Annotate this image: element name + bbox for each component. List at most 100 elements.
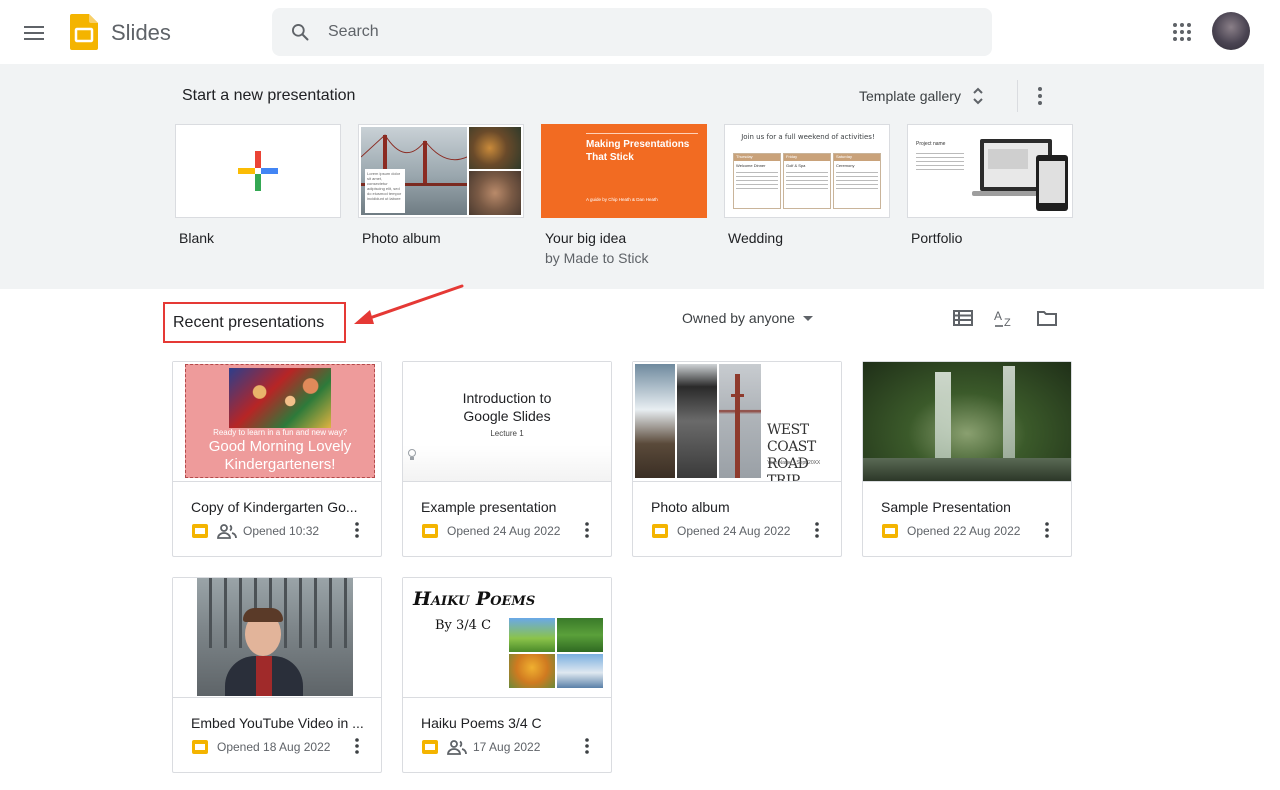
wedding-day: Saturday bbox=[834, 154, 880, 161]
file-meta: Opened 10:32 bbox=[191, 521, 319, 541]
file-preview: WEST COAST ROAD TRIP Your Name • Sept 20… bbox=[633, 362, 841, 482]
sort-az-icon[interactable]: A Z bbox=[993, 306, 1017, 330]
template-wedding[interactable]: Join us for a full weekend of activities… bbox=[724, 124, 890, 246]
search-bar[interactable] bbox=[272, 8, 992, 56]
template-subtitle: by Made to Stick bbox=[545, 250, 649, 266]
file-meta: Opened 18 Aug 2022 bbox=[191, 737, 330, 757]
slides-file-icon bbox=[192, 740, 208, 754]
devices-illustration bbox=[972, 139, 1068, 211]
template-portfolio[interactable]: Project name Portfolio bbox=[907, 124, 1073, 246]
big-idea-credit: A guide by Chip Heath & Dan Heath bbox=[586, 197, 658, 202]
wedding-lines bbox=[786, 172, 828, 190]
arrow-annotation-icon bbox=[354, 284, 464, 324]
template-blank[interactable]: Blank bbox=[175, 124, 341, 246]
wedding-event: Welcome Dinner bbox=[736, 163, 766, 168]
wedding-event: Golf & Spa bbox=[786, 163, 806, 168]
file-opened: Opened 24 Aug 2022 bbox=[677, 524, 791, 538]
svg-text:A: A bbox=[994, 309, 1002, 323]
slides-logo-icon[interactable] bbox=[70, 14, 98, 50]
album-sub: Your Name • Sept 20XX bbox=[767, 460, 821, 466]
waterfall-pool bbox=[863, 458, 1071, 481]
file-title: Example presentation bbox=[421, 499, 557, 515]
folder-icon[interactable] bbox=[1035, 306, 1059, 330]
person-hair bbox=[243, 608, 283, 622]
recent-presentations-heading: Recent presentations bbox=[163, 302, 346, 343]
template-thumbnail[interactable]: Project name bbox=[907, 124, 1073, 218]
file-meta: 17 Aug 2022 bbox=[421, 737, 540, 757]
wedding-day: Friday bbox=[784, 154, 830, 161]
menu-icon[interactable] bbox=[24, 22, 46, 42]
season-photo-winter bbox=[557, 654, 603, 688]
thumb-divider bbox=[586, 133, 698, 134]
apps-grid-icon[interactable] bbox=[1172, 22, 1192, 42]
template-section: Start a new presentation Template galler… bbox=[0, 64, 1264, 289]
avatar[interactable] bbox=[1212, 12, 1250, 50]
template-name: Your big idea bbox=[545, 230, 627, 246]
template-name: Blank bbox=[179, 230, 215, 246]
slides-file-icon bbox=[192, 524, 208, 538]
more-vert-icon[interactable] bbox=[811, 520, 823, 540]
owner-filter-dropdown[interactable]: Owned by anyone bbox=[682, 310, 815, 326]
wedding-column: Friday Golf & Spa bbox=[783, 153, 831, 209]
slides-file-icon bbox=[652, 524, 668, 538]
leaves-photo bbox=[469, 127, 521, 169]
file-card[interactable]: Embed YouTube Video in ... Opened 18 Aug… bbox=[172, 577, 382, 773]
file-title: Copy of Kindergarten Go... bbox=[191, 499, 358, 515]
file-card[interactable]: Haiku Poems By 3/4 C Haiku Poems 3/4 C 1… bbox=[402, 577, 612, 773]
search-icon[interactable] bbox=[290, 22, 310, 42]
file-card[interactable]: Introduction to Google Slides Lecture 1 … bbox=[402, 361, 612, 557]
svg-text:Z: Z bbox=[1004, 317, 1011, 329]
waterfall-stream bbox=[935, 372, 951, 462]
plus-icon bbox=[238, 151, 278, 191]
template-thumbnail[interactable]: Lorem ipsum dolor sit amet, consectetur … bbox=[358, 124, 524, 218]
search-input[interactable] bbox=[328, 8, 968, 56]
file-opened: Opened 24 Aug 2022 bbox=[447, 524, 561, 538]
template-gallery-label: Template gallery bbox=[859, 88, 961, 104]
more-vert-icon[interactable] bbox=[581, 520, 593, 540]
file-meta: Opened 24 Aug 2022 bbox=[651, 521, 790, 541]
wedding-day: Thursday bbox=[734, 154, 780, 161]
template-your-big-idea[interactable]: Making Presentations That Stick A guide … bbox=[541, 124, 707, 266]
waterfall-stream bbox=[1003, 366, 1015, 464]
more-vert-icon[interactable] bbox=[351, 520, 363, 540]
wedding-heading: Join us for a full weekend of activities… bbox=[741, 133, 875, 141]
divider bbox=[1017, 80, 1018, 112]
album-title: WEST COAST ROAD TRIP bbox=[767, 422, 816, 482]
slides-file-icon bbox=[422, 524, 438, 538]
app-name: Slides bbox=[111, 20, 171, 45]
file-preview: Haiku Poems By 3/4 C bbox=[403, 578, 611, 698]
wedding-column: Saturday Ceremony bbox=[833, 153, 881, 209]
more-vert-icon[interactable] bbox=[581, 736, 593, 756]
person-jacket bbox=[225, 656, 303, 696]
file-meta: Opened 24 Aug 2022 bbox=[421, 521, 560, 541]
template-photo-album[interactable]: Lorem ipsum dolor sit amet, consectetur … bbox=[358, 124, 524, 246]
template-thumbnail[interactable] bbox=[175, 124, 341, 218]
wedding-lines bbox=[836, 172, 878, 190]
template-thumbnail[interactable]: Join us for a full weekend of activities… bbox=[724, 124, 890, 218]
file-opened: Opened 18 Aug 2022 bbox=[217, 740, 331, 754]
more-vert-icon[interactable] bbox=[351, 736, 363, 756]
file-preview: Introduction to Google Slides Lecture 1 bbox=[403, 362, 611, 482]
intro-sub: Lecture 1 bbox=[490, 429, 524, 438]
more-vert-icon[interactable] bbox=[1030, 84, 1050, 108]
shared-people-icon bbox=[447, 740, 467, 755]
big-idea-title: Making Presentations That Stick bbox=[586, 139, 690, 163]
file-card[interactable]: WEST COAST ROAD TRIP Your Name • Sept 20… bbox=[632, 361, 842, 557]
more-vert-icon[interactable] bbox=[1041, 520, 1053, 540]
portfolio-lines bbox=[916, 153, 964, 173]
slides-file-icon bbox=[422, 740, 438, 754]
file-title: Photo album bbox=[651, 499, 730, 515]
legs-photo bbox=[677, 364, 717, 478]
wedding-column: Thursday Welcome Dinner bbox=[733, 153, 781, 209]
template-thumbnail[interactable]: Making Presentations That Stick A guide … bbox=[541, 124, 707, 218]
template-gallery-button[interactable]: Template gallery bbox=[859, 86, 985, 106]
list-view-icon[interactable] bbox=[951, 306, 975, 330]
file-card[interactable]: Ready to learn in a fun and new way? Goo… bbox=[172, 361, 382, 557]
file-title: Embed YouTube Video in ... bbox=[191, 715, 364, 731]
haiku-title: Haiku Poems bbox=[413, 588, 536, 610]
file-card[interactable]: Sample Presentation Opened 22 Aug 2022 bbox=[862, 361, 1072, 557]
lightbulb-icon bbox=[408, 449, 416, 460]
file-opened: Opened 10:32 bbox=[243, 524, 320, 538]
template-name: Portfolio bbox=[911, 230, 963, 246]
owner-filter-label: Owned by anyone bbox=[682, 310, 795, 326]
